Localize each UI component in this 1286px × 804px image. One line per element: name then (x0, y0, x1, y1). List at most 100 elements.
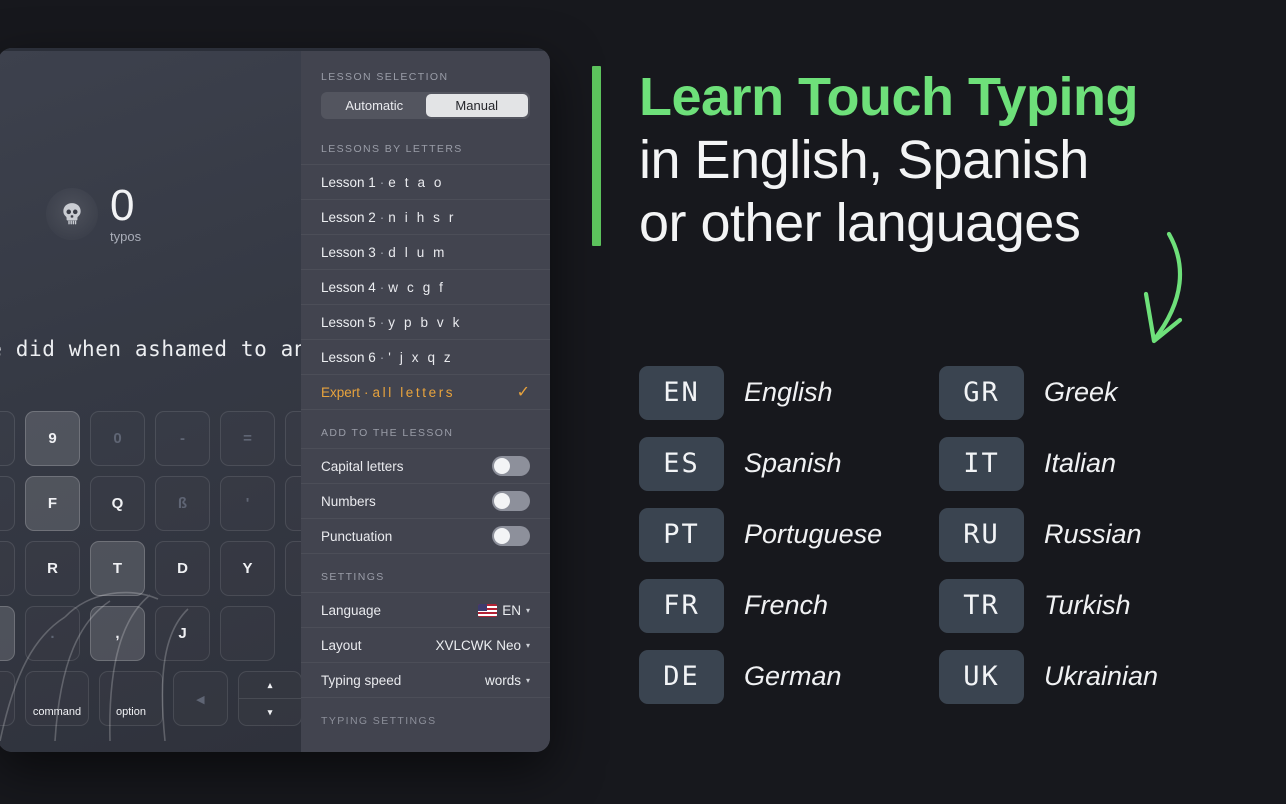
settings-value-group[interactable]: XVLCWK Neo▾ (435, 638, 530, 653)
language-name: French (744, 590, 828, 621)
chevron-down-icon: ▾ (526, 641, 530, 650)
keyboard-key[interactable]: option (99, 671, 163, 726)
lesson-row[interactable]: Lesson 3·d l u m (301, 234, 550, 269)
typing-settings-heading: Typing settings (301, 707, 550, 736)
arrow-down-icon[interactable]: ▾ (239, 699, 301, 725)
headline-line-2: in English, Spanish (639, 129, 1138, 192)
language-item[interactable]: TRTurkish (939, 570, 1239, 641)
language-code: FR (639, 579, 724, 633)
lesson-separator: · (380, 175, 385, 190)
settings-list: LanguageEN▾LayoutXVLCWK Neo▾Typing speed… (301, 592, 550, 697)
keyboard-key[interactable] (220, 606, 275, 661)
language-code: ES (639, 437, 724, 491)
keyboard-key[interactable]: M (0, 606, 15, 661)
drawer-divider-3 (301, 697, 550, 707)
keyboard-key[interactable]: command (25, 671, 89, 726)
add-to-lesson-row[interactable]: Punctuation (301, 518, 550, 553)
keyboard-key[interactable]: F (25, 476, 80, 531)
language-name: Spanish (744, 448, 842, 479)
toggle-switch[interactable] (492, 491, 530, 511)
drawer-divider (301, 409, 550, 419)
keyboard-key[interactable]: Y (220, 541, 275, 596)
keyboard-key[interactable]: = (220, 411, 275, 466)
language-code: PT (639, 508, 724, 562)
language-name: Ukrainian (1044, 661, 1158, 692)
keyboard-key[interactable]: ◂ (173, 671, 228, 726)
settings-value-group[interactable]: EN▾ (478, 603, 530, 618)
settings-value-group[interactable]: words ▾ (485, 673, 530, 688)
keyboard-key[interactable]: J (155, 606, 210, 661)
keyboard-key[interactable]: R (25, 541, 80, 596)
typos-text-block: 0 typos (110, 185, 141, 244)
language-name: Portuguese (744, 519, 882, 550)
segment-manual[interactable]: Manual (426, 94, 529, 117)
toggle-switch[interactable] (492, 456, 530, 476)
keyboard-key[interactable]: Q (90, 476, 145, 531)
language-code: IT (939, 437, 1024, 491)
keyboard-key[interactable]: . (25, 606, 80, 661)
add-to-lesson-label: Numbers (321, 494, 376, 509)
keyboard-key[interactable]: ' (220, 476, 275, 531)
add-to-lesson-heading: Add to the lesson (301, 419, 550, 448)
lesson-letters: y p b v k (388, 315, 462, 330)
language-item[interactable]: PT Portuguese (639, 499, 939, 570)
keyboard-key[interactable]: 9 (25, 411, 80, 466)
language-code: TR (939, 579, 1024, 633)
language-item[interactable]: ENEnglish (639, 357, 939, 428)
keyboard-key[interactable]: T (90, 541, 145, 596)
keyboard-key[interactable]: , (90, 606, 145, 661)
language-item[interactable]: DEGerman (639, 641, 939, 712)
lesson-letters: d l u m (388, 245, 447, 260)
settings-row[interactable]: LayoutXVLCWK Neo▾ (301, 627, 550, 662)
language-item[interactable]: GRGreek (939, 357, 1239, 428)
keyboard-key[interactable]: 8 (0, 411, 15, 466)
lesson-selection-heading: Lesson selection (301, 51, 550, 92)
segment-automatic[interactable]: Automatic (323, 94, 426, 117)
lesson-selection-segmented-control[interactable]: Automatic Manual (321, 92, 530, 119)
lesson-row[interactable]: Lesson 2·n i h s r (301, 199, 550, 234)
lesson-row[interactable]: Lesson 5·y p b v k (301, 304, 550, 339)
lesson-letters: all letters (373, 385, 456, 400)
settings-row[interactable]: Language EN▾ (301, 592, 550, 627)
lesson-row[interactable]: Lesson 1·e t a o (301, 164, 550, 199)
language-item[interactable]: ES Spanish (639, 428, 939, 499)
language-code: DE (639, 650, 724, 704)
lesson-row[interactable]: Lesson 6·' j x q z (301, 339, 550, 374)
typing-app-window: 0 typos ce did when ashamed to anyon 890… (0, 48, 550, 752)
keyboard-key[interactable]: ß (155, 476, 210, 531)
keyboard-key[interactable] (0, 541, 15, 596)
typos-label: typos (110, 229, 141, 244)
lesson-row[interactable]: Lesson 4·w c g f (301, 269, 550, 304)
add-to-lesson-row[interactable]: Numbers (301, 483, 550, 518)
keyboard-row: GFQß' (0, 476, 320, 531)
lesson-name: Lesson 6 (321, 350, 376, 365)
settings-row[interactable]: Typing speedwords▾ (301, 662, 550, 697)
chevron-down-icon: ▾ (526, 676, 530, 685)
check-icon: ✓ (517, 382, 530, 402)
toggle-switch[interactable] (492, 526, 530, 546)
arrow-up-icon[interactable]: ▴ (239, 672, 301, 699)
typos-counter: 0 typos (46, 185, 141, 244)
us-flag-icon (478, 604, 497, 617)
language-item[interactable]: UKUkrainian (939, 641, 1239, 712)
lessons-by-letters-heading: Lessons by letters (301, 123, 550, 164)
keyboard-key[interactable]: D (155, 541, 210, 596)
settings-drawer: Lesson selection Automatic Manual Lesson… (301, 51, 550, 752)
keyboard-key[interactable]: G (0, 476, 15, 531)
lesson-separator: · (380, 315, 385, 330)
skull-icon (46, 188, 98, 240)
drawer-divider-2 (301, 553, 550, 563)
settings-label: Language (321, 603, 381, 618)
keyboard-key[interactable]: 0 (90, 411, 145, 466)
lesson-row[interactable]: Expert·all letters✓ (301, 374, 550, 409)
headline-block: Learn Touch Typing in English, Spanish o… (592, 66, 1138, 255)
keyboard-key[interactable]: ▴▾ (238, 671, 302, 726)
add-to-lesson-row[interactable]: Capital letters (301, 448, 550, 483)
language-item[interactable]: FR French (639, 570, 939, 641)
settings-value: words (485, 673, 521, 688)
keyboard-row: 890-= (0, 411, 320, 466)
keyboard-key[interactable] (0, 671, 15, 726)
language-item[interactable]: RURussian (939, 499, 1239, 570)
keyboard-key[interactable]: - (155, 411, 210, 466)
language-item[interactable]: ITItalian (939, 428, 1239, 499)
